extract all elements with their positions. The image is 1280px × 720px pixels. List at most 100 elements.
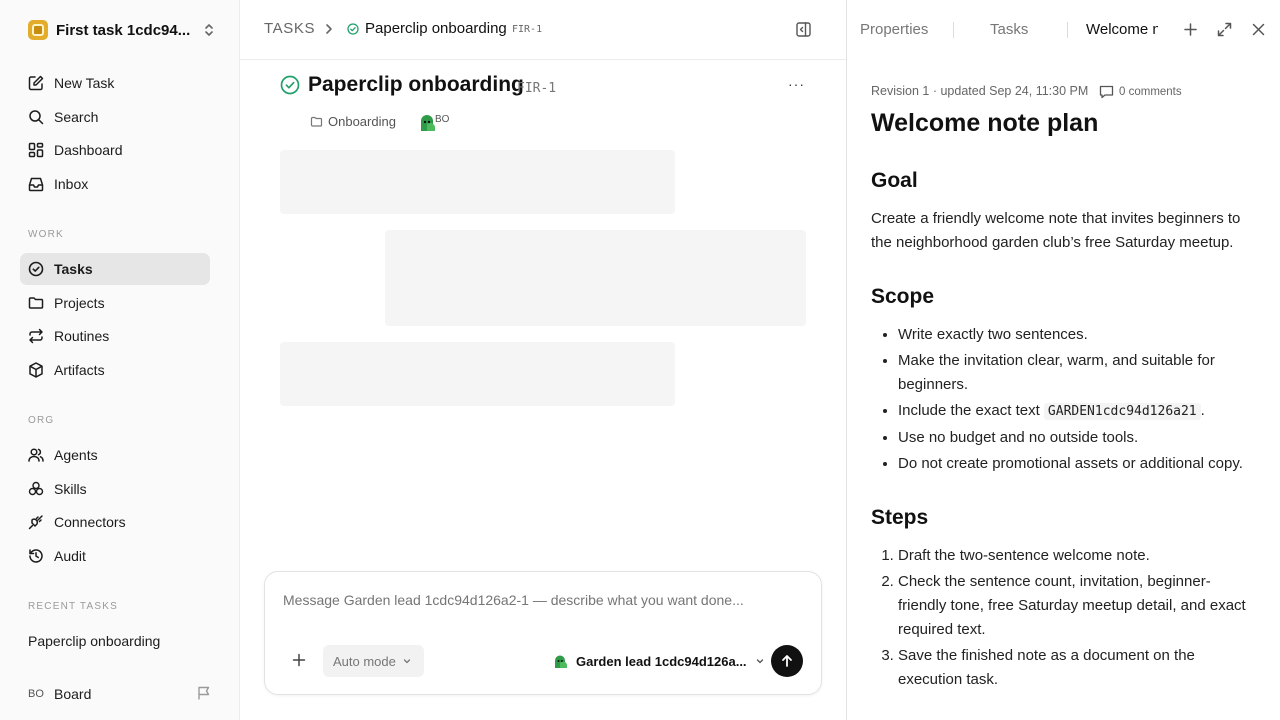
list-item: Use no budget and no outside tools. xyxy=(898,426,1257,450)
scope-heading: Scope xyxy=(871,285,935,308)
nav-label: Inbox xyxy=(54,176,89,192)
nav-label: New Task xyxy=(54,75,115,91)
comments-label: 0 comments xyxy=(1119,85,1182,98)
sidebar-item-tasks[interactable]: Tasks xyxy=(20,253,210,285)
nav-label: Search xyxy=(54,109,99,125)
steps-list: Draft the two-sentence welcome note. Che… xyxy=(871,544,1257,692)
list-item: Check the sentence count, invitation, be… xyxy=(898,570,1257,642)
list-item-text: . xyxy=(1200,402,1205,419)
board-label: Board xyxy=(54,686,92,702)
tab-divider xyxy=(953,22,954,38)
skills-icon xyxy=(28,481,44,496)
mode-select[interactable]: Auto mode xyxy=(323,645,424,677)
comment-icon xyxy=(1099,85,1114,99)
doc-title: Welcome note plan xyxy=(871,109,1099,137)
nav-label: Skills xyxy=(54,481,87,497)
recent-tasks-label: RECENT TASKS xyxy=(28,601,118,612)
mode-label: Auto mode xyxy=(333,653,396,669)
agent-avatar xyxy=(555,655,567,668)
repeat-icon xyxy=(29,328,43,344)
loading-placeholder xyxy=(280,150,675,214)
workspace-name: First task 1cdc94... xyxy=(56,21,191,39)
tab-divider xyxy=(1067,22,1068,38)
send-button[interactable] xyxy=(771,645,803,677)
message-input[interactable] xyxy=(283,592,803,608)
document-panel: Properties Tasks Welcome n Revision 1 · … xyxy=(846,0,1280,720)
app: First task 1cdc94... New Task Search Das… xyxy=(0,0,1280,720)
panel-toggle-icon[interactable] xyxy=(795,21,812,38)
nav-label: Audit xyxy=(54,548,86,564)
sidebar-item-projects[interactable]: Projects xyxy=(20,287,210,319)
workspace-switcher[interactable]: First task 1cdc94... xyxy=(28,19,216,41)
dashboard-icon xyxy=(28,142,44,158)
goal-text: Create a friendly welcome note that invi… xyxy=(871,210,1241,251)
list-item: Do not create promotional assets or addi… xyxy=(898,452,1257,476)
arrow-up-icon xyxy=(782,655,792,667)
sidebar-item-audit[interactable]: Audit xyxy=(20,540,210,572)
sidebar-item-skills[interactable]: Skills xyxy=(20,473,210,505)
history-icon xyxy=(29,549,43,563)
task-title[interactable]: Paperclip onboarding xyxy=(308,73,524,97)
list-item: Draft the two-sentence welcome note. xyxy=(898,544,1257,568)
work-section-label: WORK xyxy=(28,229,64,240)
nav-label: Routines xyxy=(54,328,110,344)
loading-placeholder xyxy=(280,342,675,406)
edit-icon xyxy=(28,75,44,91)
list-item: Write exactly two sentences. xyxy=(898,323,1257,347)
required-code: GARDEN1cdc94d126a21 xyxy=(1043,403,1201,420)
new-task-button[interactable]: New Task xyxy=(20,67,210,99)
sidebar-item-connectors[interactable]: Connectors xyxy=(20,506,210,538)
sidebar-item-artifacts[interactable]: Artifacts xyxy=(20,354,210,386)
steps-heading: Steps xyxy=(871,506,929,529)
plus-icon[interactable] xyxy=(1182,21,1199,38)
loading-placeholder xyxy=(385,230,806,326)
nav-label: Dashboard xyxy=(54,142,123,158)
board-switcher[interactable]: BO Board xyxy=(28,684,218,704)
assignee-initials: BO xyxy=(435,114,450,125)
search-icon xyxy=(29,110,44,125)
breadcrumb: TASKS Paperclip onboarding FIR-1 xyxy=(240,0,846,60)
message-composer: Auto mode Garden lead 1cdc94d126a... xyxy=(264,571,822,695)
plug-icon xyxy=(28,515,43,530)
tab-tasks[interactable]: Tasks xyxy=(990,21,1028,38)
close-icon[interactable] xyxy=(1250,21,1267,38)
inbox-link[interactable]: Inbox xyxy=(20,168,210,200)
sidebar-item-routines[interactable]: Routines xyxy=(20,320,210,352)
list-item: Include the exact text GARDEN1cdc94d126a… xyxy=(898,399,1257,424)
chevrons-up-down-icon xyxy=(205,24,213,36)
nav-label: Connectors xyxy=(54,514,126,530)
recent-task-item[interactable]: Paperclip onboarding xyxy=(28,633,160,649)
dashboard-link[interactable]: Dashboard xyxy=(20,134,210,166)
task-id: FIR-1 xyxy=(517,81,557,96)
flag-icon[interactable] xyxy=(196,685,212,701)
status-done-icon[interactable] xyxy=(280,75,300,95)
tab-welcome-note[interactable]: Welcome n xyxy=(1086,21,1158,38)
breadcrumb-id: FIR-1 xyxy=(512,24,543,35)
agent-label: Garden lead 1cdc94d126a... xyxy=(576,653,747,669)
workspace-logo xyxy=(28,20,48,40)
goal-heading: Goal xyxy=(871,169,918,192)
agent-select[interactable]: Garden lead 1cdc94d126a... xyxy=(553,652,765,670)
document-body: Welcome note plan Goal Create a friendly… xyxy=(871,108,1257,694)
check-circle-icon xyxy=(28,261,44,277)
sidebar-item-agents[interactable]: Agents xyxy=(20,439,210,471)
tab-properties[interactable]: Properties xyxy=(860,21,930,38)
users-icon xyxy=(28,448,44,462)
comments-button[interactable]: 0 comments xyxy=(1099,84,1182,99)
sidebar: First task 1cdc94... New Task Search Das… xyxy=(0,0,240,720)
breadcrumb-title: Paperclip onboarding xyxy=(365,20,507,37)
task-project[interactable]: Onboarding xyxy=(328,114,396,129)
revision-info: Revision 1 · updated Sep 24, 11:30 PM xyxy=(871,84,1089,98)
plus-icon[interactable] xyxy=(291,652,307,668)
status-done-icon xyxy=(347,23,359,35)
search-button[interactable]: Search xyxy=(20,101,210,133)
org-section-label: ORG xyxy=(28,415,55,426)
folder-icon xyxy=(28,297,44,309)
breadcrumb-root[interactable]: TASKS xyxy=(264,20,315,37)
scope-list: Write exactly two sentences. Make the in… xyxy=(871,323,1257,476)
more-options-button[interactable]: ··· xyxy=(788,76,805,92)
task-view: TASKS Paperclip onboarding FIR-1 Papercl… xyxy=(240,0,846,720)
chevron-down-icon xyxy=(403,659,411,664)
inbox-icon xyxy=(28,177,44,192)
expand-icon[interactable] xyxy=(1216,21,1233,38)
